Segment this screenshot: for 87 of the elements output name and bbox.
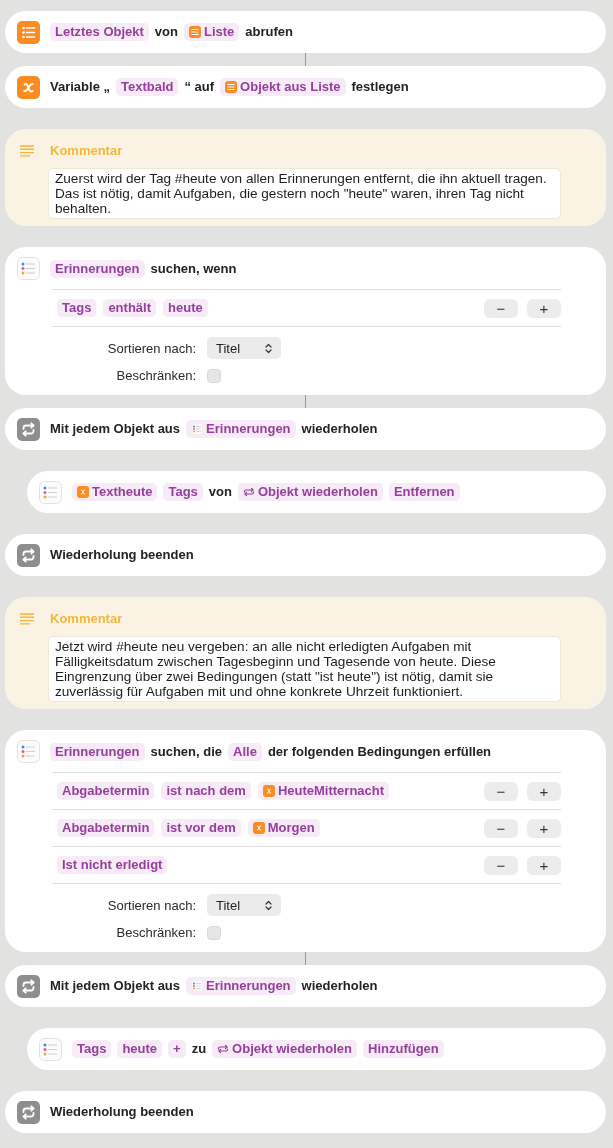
- parameter-token[interactable]: Abgabetermin: [57, 819, 155, 837]
- comment-title: Kommentar: [50, 142, 123, 159]
- action-text: “ auf: [184, 78, 215, 96]
- action-text: abrufen: [245, 23, 293, 41]
- parameter-token[interactable]: Tags: [57, 299, 97, 317]
- action-text: Variable „: [50, 78, 110, 96]
- list-icon: [225, 81, 238, 93]
- action-text: festlegen: [351, 78, 409, 96]
- repeat-icon: [17, 1100, 40, 1124]
- sort-label: Sortieren nach:: [107, 340, 196, 356]
- add-condition-button[interactable]: +: [527, 298, 561, 318]
- sort-label: Sortieren nach:: [107, 897, 196, 913]
- limit-label: Beschränken:: [116, 925, 196, 940]
- parameter-token[interactable]: Alle: [228, 742, 262, 761]
- action-text: Mit jedem Objekt aus: [50, 977, 181, 995]
- parameter-token[interactable]: Textbald: [116, 78, 179, 96]
- limit-checkbox[interactable]: [207, 925, 221, 940]
- parameter-token[interactable]: ist vor dem: [161, 819, 241, 837]
- repeat-icon: [17, 417, 40, 441]
- parameter-token[interactable]: Liste: [184, 23, 240, 41]
- parameter-token[interactable]: Morgen: [247, 819, 320, 837]
- add-condition-button[interactable]: +: [527, 818, 561, 838]
- action-text: Wiederholung beenden: [50, 546, 194, 564]
- parameter-token[interactable]: enthält: [103, 299, 156, 317]
- list-icon: [17, 20, 40, 44]
- repeat-icon: [17, 974, 40, 998]
- limit-checkbox[interactable]: [207, 368, 221, 383]
- repeat-icon: [17, 543, 40, 567]
- colored-list-icon: [39, 1037, 62, 1061]
- remove-condition-button[interactable]: −: [484, 298, 518, 318]
- parameter-token[interactable]: Objekt wiederholen: [212, 1040, 358, 1058]
- parameter-token[interactable]: Objekt wiederholen: [237, 483, 383, 501]
- action-text: Mit jedem Objekt aus: [50, 420, 181, 438]
- limit-label: Beschränken:: [116, 368, 196, 383]
- x-symbol-icon: [77, 486, 89, 498]
- sort-popup[interactable]: Titel: [207, 894, 281, 916]
- parameter-token[interactable]: Entfernen: [388, 483, 460, 501]
- updown-chevron-icon: [265, 342, 272, 354]
- colored-list-icon: [17, 257, 40, 280]
- parameter-token[interactable]: Ist nicht erledigt: [57, 856, 168, 874]
- text-lines-icon: [20, 144, 34, 157]
- parameter-token[interactable]: Erinnerungen: [50, 742, 145, 761]
- comment-field[interactable]: Jetzt wird #heute neu vergeben: an alle nicht erledigten Aufgaben mit Fälligkeitsdatum zwischen Tagesbeginn und Tagesende von heute. Diese Eingrenzung über zwei Bedingungen (statt "ist heute") ist nötig, damit sie zuverlässig für Aufgaben mit und ohne konkrete Uhrzeit funktioniert.: [48, 636, 561, 702]
- remove-condition-button[interactable]: −: [484, 818, 518, 838]
- parameter-token[interactable]: Tags: [163, 483, 203, 501]
- parameter-token[interactable]: Letztes Objekt: [50, 23, 149, 41]
- repeat-icon: [242, 486, 255, 498]
- action-text: suchen, wenn: [150, 259, 237, 278]
- parameter-token[interactable]: Tags: [72, 1040, 112, 1058]
- parameter-token[interactable]: heute: [117, 1040, 163, 1058]
- parameter-token[interactable]: Objekt aus Liste: [220, 78, 346, 96]
- action-text: wiederholen: [301, 977, 378, 995]
- action-text: zu: [191, 1040, 207, 1058]
- repeat-icon: [217, 1043, 230, 1055]
- colored-list-icon: [191, 980, 204, 992]
- parameter-token[interactable]: Erinnerungen: [186, 420, 296, 438]
- colored-list-icon: [39, 480, 62, 504]
- colored-list-icon: [17, 740, 40, 763]
- add-condition-button[interactable]: +: [527, 781, 561, 801]
- action-text: wiederholen: [301, 420, 378, 438]
- parameter-token[interactable]: Hinzufügen: [363, 1040, 444, 1058]
- action-text: suchen, die: [150, 742, 223, 761]
- remove-condition-button[interactable]: −: [484, 781, 518, 801]
- parameter-token[interactable]: HeuteMitternacht: [257, 782, 390, 800]
- colored-list-icon: [191, 423, 204, 435]
- parameter-token[interactable]: ist nach dem: [161, 782, 251, 800]
- remove-condition-button[interactable]: −: [484, 855, 518, 875]
- parameter-token[interactable]: Textheute: [72, 483, 158, 501]
- action-text: von: [208, 483, 232, 501]
- parameter-token[interactable]: +: [168, 1040, 186, 1058]
- x-symbol-icon: [17, 75, 40, 99]
- add-condition-button[interactable]: +: [527, 855, 561, 875]
- sort-popup[interactable]: Titel: [207, 337, 281, 359]
- comment-title: Kommentar: [50, 610, 123, 627]
- comment-field[interactable]: Zuerst wird der Tag #heute von allen Erinnerungen entfernt, die ihn aktuell tragen. Das ist nötig, damit Aufgaben, die gestern noch "heute" waren, ihren Tag nicht behalten.: [48, 168, 561, 219]
- action-text: von: [154, 23, 178, 41]
- parameter-token[interactable]: Abgabetermin: [57, 782, 155, 800]
- list-icon: [189, 26, 201, 38]
- x-symbol-icon: [252, 822, 265, 834]
- action-text: der folgenden Bedingungen erfüllen: [267, 742, 492, 761]
- text-lines-icon: [20, 612, 34, 625]
- parameter-token[interactable]: Erinnerungen: [50, 259, 145, 278]
- parameter-token[interactable]: Erinnerungen: [186, 977, 296, 995]
- updown-chevron-icon: [265, 899, 272, 911]
- parameter-token[interactable]: heute: [163, 299, 208, 317]
- x-symbol-icon: [262, 785, 275, 797]
- action-text: Wiederholung beenden: [50, 1103, 194, 1121]
